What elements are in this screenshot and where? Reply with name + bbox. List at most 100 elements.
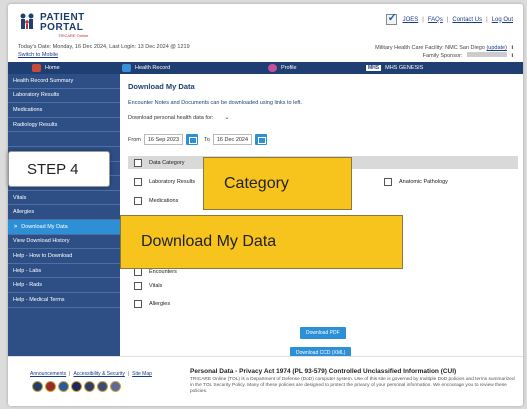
agency-seal-icon <box>84 381 95 392</box>
laboratory-checkbox[interactable] <box>134 178 142 186</box>
sponsor-line: Family Sponsor: i <box>423 52 513 59</box>
agency-seal-icon <box>110 381 121 392</box>
page-subtitle: Encounter Notes and Documents can be dow… <box>128 100 302 106</box>
sidebar-item-health-record-summary[interactable]: Health Record Summary <box>8 74 120 89</box>
download-my-data-callout: Download My Data <box>120 215 403 269</box>
allergies-label: Allergies <box>149 301 171 307</box>
sidebar-item-help-medical-terms[interactable]: Help - Medical Terms <box>8 293 120 308</box>
info-icon[interactable]: i <box>511 45 513 51</box>
mhs-badge: MHS <box>366 65 382 71</box>
health-record-icon <box>122 64 131 72</box>
medications-checkbox[interactable] <box>134 197 142 205</box>
laboratory-label: Laboratory Results <box>149 179 196 185</box>
download-for-row: Download personal health data for: ⌄ <box>128 114 229 122</box>
home-icon <box>32 64 41 72</box>
sidebar-item-view-download-history[interactable]: View Download History <box>8 235 120 250</box>
download-for-label: Download personal health data for: <box>128 114 214 121</box>
facility-label: Military Health Care Facility: NMC San D… <box>375 45 485 51</box>
nav-profile-label: Profile <box>281 65 297 71</box>
link-log-out[interactable]: Log Out <box>492 17 513 23</box>
family-sponsor-label: Family Sponsor: <box>422 53 463 59</box>
link-faqs[interactable]: FAQs <box>428 17 443 23</box>
nav-home[interactable]: Home <box>32 64 60 72</box>
patient-select[interactable]: ⌄ <box>221 114 229 121</box>
anatomic-pathology-checkbox[interactable] <box>384 178 392 186</box>
link-accessibility-security[interactable]: Accessibility & Security <box>73 371 124 377</box>
privacy-title: Personal Data - Privacy Act 1974 (PL 93-… <box>190 368 457 375</box>
encounters-checkbox[interactable] <box>134 268 142 276</box>
divider: | <box>422 16 424 23</box>
logo-text-line2: PORTAL <box>40 22 84 33</box>
sidebar-item-label: Download My Data <box>21 223 68 230</box>
nav-mhs-genesis[interactable]: MHS MHS GENESIS <box>366 65 423 71</box>
calendar-icon[interactable] <box>255 134 268 145</box>
nav-mhs-genesis-label: MHS GENESIS <box>385 65 424 71</box>
profile-icon <box>268 64 277 72</box>
sidebar-item-laboratory-results[interactable]: Laboratory Results <box>8 89 120 104</box>
agency-seal-icon <box>71 381 82 392</box>
link-contact-us[interactable]: Contact Us <box>452 17 482 23</box>
chevron-down-icon: ⌄ <box>224 115 230 121</box>
step-callout: STEP 4 <box>8 151 110 187</box>
agency-seal-icon <box>58 381 69 392</box>
divider: | <box>486 16 488 23</box>
allergies-checkbox[interactable] <box>134 300 142 308</box>
calendar-icon[interactable] <box>186 134 199 145</box>
vitals-checkbox[interactable] <box>134 282 142 290</box>
agency-seal-icon <box>45 381 56 392</box>
sidebar-item-download-my-data[interactable]: > Download My Data <box>8 219 120 235</box>
download-pdf-button[interactable]: Download PDF <box>300 327 346 339</box>
redacted-sponsor <box>466 52 507 57</box>
site-header: PATIENT PORTAL TRICARE Online JOES | FAQ… <box>8 4 523 62</box>
date-range-row: From 16 Sep 2023 To 16 Dec 2024 <box>128 134 268 145</box>
switch-to-mobile-link[interactable]: Switch to Mobile <box>18 52 58 58</box>
agency-seal-icon <box>97 381 108 392</box>
anatomic-pathology-label: Anatomic Pathology <box>399 179 448 185</box>
divider: | <box>446 16 449 23</box>
to-date-input[interactable]: 16 Dec 2024 <box>212 134 253 145</box>
nav-home-label: Home <box>45 65 60 71</box>
category-callout: Category <box>203 157 352 210</box>
agency-seals <box>32 381 121 392</box>
link-announcements[interactable]: Announcements <box>30 371 66 377</box>
top-navigation-bar: Home Health Record Profile MHS MHS GENES… <box>8 62 523 74</box>
footer-links: Announcements | Accessibility & Security… <box>30 371 152 377</box>
category-row-encounters: Encounters <box>134 268 177 276</box>
chevron-right-icon: > <box>14 223 18 230</box>
site-footer: Announcements | Accessibility & Security… <box>8 356 523 406</box>
category-row-vitals: Vitals <box>134 282 162 290</box>
privacy-body: TRICARE Online (TOL) is a Department of … <box>190 377 515 394</box>
category-row-medications: Medications <box>134 197 178 205</box>
category-row-anatomic: Anatomic Pathology <box>384 178 448 186</box>
family-icon <box>20 13 34 29</box>
sidebar-item-medications[interactable]: Medications <box>8 103 120 118</box>
sidebar: Health Record Summary Laboratory Results… <box>8 74 120 356</box>
page-title: Download My Data <box>128 82 195 91</box>
medications-label: Medications <box>149 198 179 204</box>
nav-profile[interactable]: Profile <box>268 64 297 72</box>
from-date-input[interactable]: 16 Sep 2023 <box>143 134 184 145</box>
patient-portal-logo[interactable]: PATIENT PORTAL TRICARE Online <box>18 10 108 38</box>
link-site-map[interactable]: Site Map <box>132 371 152 377</box>
sidebar-item-allergies[interactable]: Allergies <box>8 205 120 220</box>
sidebar-item-hidden-1[interactable] <box>8 132 120 147</box>
nav-health-record[interactable]: Health Record <box>122 64 170 72</box>
divider: | <box>127 371 130 377</box>
checkmark-icon <box>385 11 397 25</box>
sidebar-item-help-how-to-download[interactable]: Help - How to Download <box>8 249 120 264</box>
sidebar-item-help-rads[interactable]: Help - Rads <box>8 278 120 293</box>
agency-seal-icon <box>32 381 43 392</box>
sidebar-item-help-labs[interactable]: Help - Labs <box>8 264 120 279</box>
facility-update-link[interactable]: (update) <box>486 45 507 51</box>
divider: | <box>69 371 71 377</box>
select-all-checkbox[interactable] <box>134 158 142 167</box>
info-icon[interactable]: i <box>511 53 513 59</box>
sidebar-item-radiology-results[interactable]: Radiology Results <box>8 118 120 133</box>
date-line: Today's Date: Monday, 16 Dec 2024, Last … <box>18 44 190 50</box>
sidebar-item-vitals[interactable]: Vitals <box>8 191 120 206</box>
category-row-allergies: Allergies <box>134 300 170 308</box>
link-joes[interactable]: JOES <box>403 17 419 23</box>
category-row-laboratory: Laboratory Results <box>134 178 195 186</box>
top-links: JOES | FAQs | Contact Us | Log Out <box>385 11 513 25</box>
to-label: To <box>204 136 210 143</box>
